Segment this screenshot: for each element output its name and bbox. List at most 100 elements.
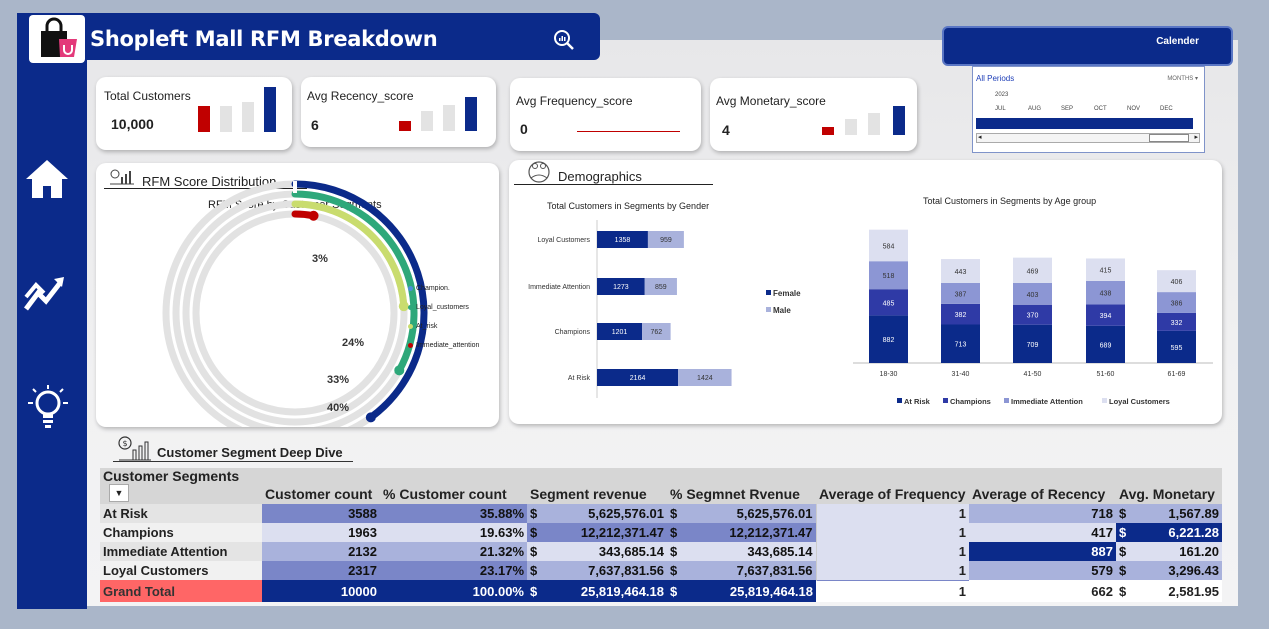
- kpi-label: Total Customers: [104, 89, 191, 103]
- year-label: 2023: [995, 92, 1009, 98]
- data-label: 24%: [342, 337, 364, 349]
- table-header-row: Customer Segments▼ Customer count % Cust…: [100, 468, 1222, 505]
- legend-label: Female: [773, 289, 801, 298]
- bar-label: 394: [1100, 313, 1112, 320]
- trend-icon[interactable]: [24, 275, 66, 318]
- month-label[interactable]: SEP: [1061, 106, 1073, 112]
- month-labels: JUL AUG SEP OCT NOV DEC: [980, 106, 1202, 114]
- data-label: 33%: [327, 374, 349, 386]
- bar-label: 1273: [613, 284, 629, 291]
- bar-label: 469: [1027, 268, 1039, 275]
- kpi-value: 4: [722, 122, 730, 138]
- kpi-value: 10,000: [111, 116, 154, 132]
- month-label[interactable]: JUL: [995, 106, 1006, 112]
- col-header: Average of Frequency: [816, 468, 969, 505]
- granularity-select[interactable]: MONTHS ▾: [1167, 75, 1198, 82]
- month-label[interactable]: NOV: [1127, 106, 1140, 112]
- data-label: 40%: [327, 402, 349, 414]
- kpi-value: 0: [520, 121, 528, 137]
- month-label[interactable]: OCT: [1094, 106, 1107, 112]
- col-header: % Segmnet Rvenue: [667, 468, 816, 505]
- deep-dive-heading: Customer Segment Deep Dive: [157, 445, 343, 460]
- bar-label: 403: [1027, 292, 1039, 299]
- grand-total-row[interactable]: Grand Total 10000 100.00% $25,819,464.18 $25…: [100, 579, 1222, 603]
- timeline-range[interactable]: [976, 118, 1193, 129]
- svg-text:$: $: [123, 439, 128, 448]
- legend-swatch: [1004, 398, 1009, 403]
- calendar-timeline[interactable]: All Periods MONTHS ▾ 2023 JUL AUG SEP OCT NO…: [972, 66, 1205, 153]
- bar-label: 438: [1100, 291, 1112, 298]
- deep-dive-icon: $: [117, 436, 153, 467]
- legend-swatch: [943, 398, 948, 403]
- bar-label: 485: [883, 300, 895, 307]
- legend-swatch: [897, 398, 902, 403]
- kpi-avg-monetary: Avg Monetary_score 4: [710, 78, 917, 151]
- legend-item: Immediate_attention: [408, 342, 479, 361]
- legend-swatch: [766, 307, 771, 312]
- table-row[interactable]: At Risk 3588 35.88% $5,625,576.01 $5,625,576…: [100, 504, 1222, 524]
- ring-end-dot: [394, 365, 405, 376]
- kpi-label: Avg Recency_score: [307, 89, 414, 103]
- legend-label: Male: [773, 306, 791, 315]
- filter-dropdown-icon[interactable]: ▼: [109, 484, 129, 503]
- category-label: Champions: [555, 329, 591, 336]
- bar-label: 370: [1027, 313, 1039, 320]
- bar-label: 689: [1100, 342, 1112, 349]
- category-label: Immediate Attention: [528, 284, 590, 291]
- bar-label: 709: [1027, 342, 1039, 349]
- col-header: Avg. Monetary: [1116, 468, 1222, 505]
- bar-label: 859: [655, 284, 667, 291]
- month-label[interactable]: AUG: [1028, 106, 1041, 112]
- legend-swatch: [766, 290, 771, 295]
- bar-label: 595: [1171, 345, 1183, 352]
- data-label: 3%: [312, 253, 328, 265]
- legend-item: At_risk: [408, 323, 479, 342]
- bar-label: 382: [955, 312, 967, 319]
- ring-end-dot: [308, 210, 319, 221]
- page-title: Shopleft Mall RFM Breakdown: [90, 27, 438, 51]
- gender-bar-chart: Loyal Customers 1358 959 Immediate Attentio…: [528, 220, 1213, 406]
- legend-label: Champions: [950, 397, 991, 406]
- legend-swatch: [1102, 398, 1107, 403]
- tick-label: 61-69: [1168, 371, 1186, 378]
- calendar-button[interactable]: Calender: [942, 26, 1233, 66]
- search-chart-icon[interactable]: [552, 28, 576, 57]
- kpi-total-customers: Total Customers 10,000: [96, 77, 292, 150]
- bar-label: 443: [955, 269, 967, 276]
- kpi-label: Avg Frequency_score: [516, 94, 633, 108]
- tick-label: 51-60: [1097, 371, 1115, 378]
- bar-label: 713: [955, 342, 967, 349]
- lightbulb-icon[interactable]: [24, 383, 72, 438]
- col-header: Customer count: [262, 468, 380, 505]
- bar-label: 518: [883, 273, 895, 280]
- bar-label: 959: [660, 237, 672, 244]
- table-row[interactable]: Champions 1963 19.63% $12,212,371.47 $12,212…: [100, 523, 1222, 543]
- rfm-legend: Champion. Loyal_customers At_risk Immediate…: [408, 285, 479, 361]
- segment-table: Customer Segments▼ Customer count % Cust…: [100, 468, 1222, 603]
- table-row[interactable]: Immediate Attention 2132 21.32% $343,685.14…: [100, 542, 1222, 562]
- month-label[interactable]: DEC: [1160, 106, 1173, 112]
- tick-label: 18-30: [880, 371, 898, 378]
- legend-item: Champion.: [408, 285, 479, 304]
- ring-end-dot: [365, 412, 376, 423]
- bar-label: 1201: [612, 329, 628, 336]
- bar-label: 584: [883, 243, 895, 250]
- col-header: Average of Recency: [969, 468, 1116, 505]
- bar-label: 762: [650, 329, 662, 336]
- bar-label: 387: [955, 291, 967, 298]
- demographics-card: Demographics Total Customers in Segments…: [509, 160, 1222, 424]
- col-header-segments[interactable]: Customer Segments▼: [100, 468, 262, 505]
- kpi-label: Avg Monetary_score: [716, 94, 826, 108]
- home-icon[interactable]: [24, 158, 70, 205]
- table-row[interactable]: Loyal Customers 2317 23.17% $7,637,831.56 $7…: [100, 561, 1222, 581]
- category-label: Loyal Customers: [537, 237, 590, 244]
- rfm-distribution-card: RFM Score Distribution RFM Score by Cust…: [96, 163, 499, 427]
- timeline-scrollbar[interactable]: ◂ ▸: [976, 133, 1200, 143]
- category-label: At Risk: [568, 375, 591, 382]
- bar-label: 415: [1100, 268, 1112, 275]
- legend-label: Loyal Customers: [1109, 397, 1170, 406]
- period-label: All Periods: [976, 74, 1015, 83]
- title-bar: Shopleft Mall RFM Breakdown: [17, 13, 600, 63]
- legend-label: At Risk: [904, 397, 931, 406]
- bar-label: 332: [1171, 320, 1183, 327]
